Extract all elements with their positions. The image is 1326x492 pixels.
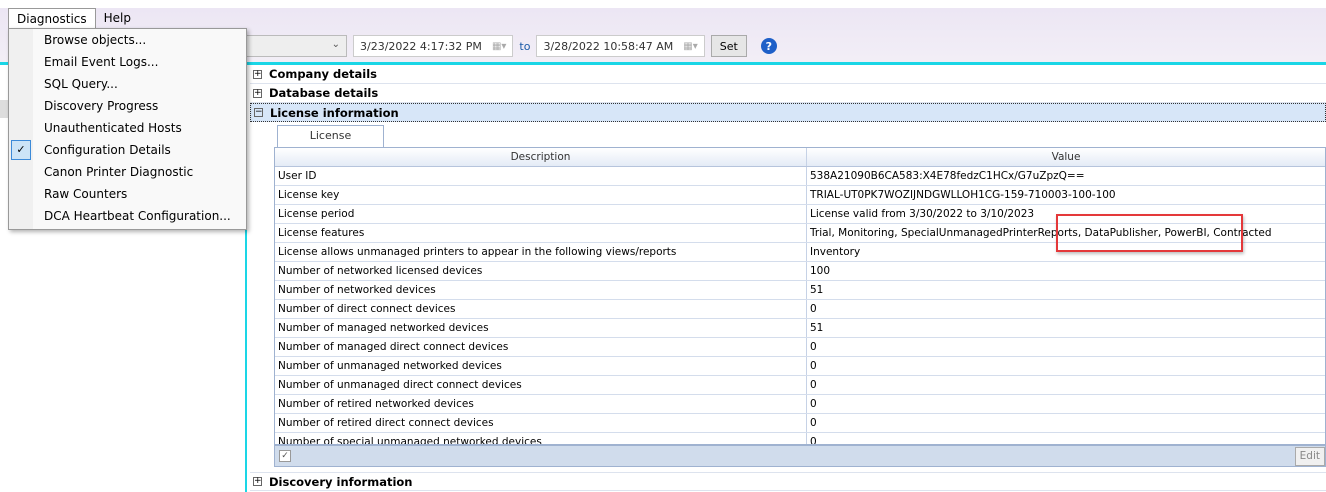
section-discovery-information[interactable]: + Discovery information [250,472,1326,491]
table-row[interactable]: Number of managed direct connect devices… [275,338,1325,357]
collapse-icon[interactable]: − [254,108,263,117]
section-title: Database details [269,86,379,100]
from-date-value: 3/23/2022 4:17:32 PM [360,39,482,53]
grid-footer: ✓ Edit [274,445,1326,467]
value-cell: 0 [810,398,817,410]
description-cell: Number of networked licensed devices [275,262,807,280]
menu-item[interactable]: Email Event Logs... [9,51,246,73]
section-license-information[interactable]: − License information [250,103,1326,122]
description-cell: Number of retired networked devices [275,395,807,413]
description-cell: License features [275,224,807,242]
grid-header: Description Value [275,148,1325,167]
table-row[interactable]: Number of direct connect devices 0 [275,300,1325,319]
calendar-icon[interactable]: ▦▾ [492,41,506,52]
menu-bar: Diagnostics Help [8,8,139,28]
table-row[interactable]: Number of retired networked devices 0 [275,395,1325,414]
table-row[interactable]: Number of networked devices 51 [275,281,1325,300]
description-cell: License period [275,205,807,223]
value-cell: 0 [810,341,817,353]
description-cell: Number of unmanaged networked devices [275,357,807,375]
menu-item[interactable]: SQL Query... [9,73,246,95]
description-cell: Number of special unmanaged networked de… [275,433,807,444]
section-title: Discovery information [269,474,413,489]
menu-item[interactable]: Unauthenticated Hosts [9,117,246,139]
menu-item[interactable]: Canon Printer Diagnostic [9,161,246,183]
section-company-details[interactable]: + Company details [250,65,1326,84]
menu-item[interactable]: DCA Heartbeat Configuration... [9,205,246,227]
edit-button[interactable]: Edit [1294,447,1325,466]
menu-item-label: SQL Query... [44,77,118,91]
value-cell: 0 [810,360,817,372]
diagnostics-dropdown: Browse objects... Email Event Logs... SQL … [8,28,247,230]
section-title: License information [270,105,399,120]
to-date-value: 3/28/2022 10:58:47 AM [543,39,674,53]
description-cell: Number of unmanaged direct connect devic… [275,376,807,394]
checkbox[interactable]: ✓ [279,450,291,462]
section-title: Company details [269,67,378,81]
value-cell: 538A21090B6CA583:X4E78fedzC1HCx/G7uZpzQ=… [810,170,1085,182]
value-cell: TRIAL-UT0PK7WOZIJNDGWLLOH1CG-159-710003-… [810,189,1116,201]
table-row[interactable]: Number of unmanaged direct connect devic… [275,376,1325,395]
table-row[interactable]: Number of networked licensed devices 100 [275,262,1325,281]
license-grid: Description Value User ID 538A21090B6CA58… [274,147,1326,445]
description-cell: License allows unmanaged printers to app… [275,243,807,261]
configuration-details-panel: + Company details + Database details − Lice… [250,65,1326,492]
menu-item[interactable]: ✓ Configuration Details [9,139,246,161]
tab-license-information[interactable]: License information [277,125,384,162]
value-cell: 100 [810,265,831,277]
menu-item[interactable]: Raw Counters [9,183,246,205]
table-row[interactable]: Number of unmanaged networked devices 0 [275,357,1325,376]
menu-diagnostics[interactable]: Diagnostics [8,8,96,28]
value-cell: 0 [810,303,817,315]
menu-item-label: Email Event Logs... [44,55,159,69]
value-cell: 51 [810,322,824,334]
chevron-down-icon: ⌄ [331,39,340,50]
table-row[interactable]: Number of retired direct connect devices… [275,414,1325,433]
description-cell: Number of managed networked devices [275,319,807,337]
menu-item-label: Canon Printer Diagnostic [44,165,194,179]
checkmark-icon: ✓ [11,140,31,160]
value-cell: 51 [810,284,824,296]
from-date-picker[interactable]: 3/23/2022 4:17:32 PM ▦▾ [353,35,514,57]
menu-item-label: Unauthenticated Hosts [44,121,182,135]
expand-icon[interactable]: + [253,88,262,98]
table-row[interactable]: License key TRIAL-UT0PK7WOZIJNDGWLLOH1CG-… [275,186,1325,205]
menu-item[interactable]: Discovery Progress [9,95,246,117]
set-button[interactable]: Set [710,35,747,57]
menu-item[interactable]: Browse objects... [9,29,246,51]
help-icon[interactable]: ? [760,38,777,54]
table-row[interactable]: User ID 538A21090B6CA583:X4E78fedzC1HCx/G… [275,167,1325,186]
description-cell: Number of managed direct connect devices [275,338,807,356]
value-cell: 0 [810,379,817,391]
to-label: to [519,39,531,53]
to-date-picker[interactable]: 3/28/2022 10:58:47 AM ▦▾ [536,35,705,57]
value-cell: 0 [810,417,817,429]
menu-item-label: Raw Counters [44,187,128,201]
description-cell: License key [275,186,807,204]
description-cell: Number of direct connect devices [275,300,807,318]
menu-item-label: DCA Heartbeat Configuration... [44,209,231,223]
menu-item-label: Configuration Details [44,143,171,157]
filter-combo[interactable]: ⌄ [240,35,347,57]
description-cell: Number of networked devices [275,281,807,299]
section-database-details[interactable]: + Database details [250,84,1326,103]
value-cell: 0 [810,436,817,445]
column-header-value[interactable]: Value [807,148,1325,166]
highlight-annotation-box [1056,214,1243,252]
description-cell: User ID [275,167,807,185]
toolbar: ⌄ 3/23/2022 4:17:32 PM ▦▾ to 3/28/2022 10… [240,33,777,59]
expand-icon[interactable]: + [253,477,262,486]
table-row[interactable]: Number of special unmanaged networked de… [275,433,1325,445]
expand-icon[interactable]: + [253,69,262,79]
menu-item-label: Discovery Progress [44,99,159,113]
table-row[interactable]: Number of managed networked devices 51 [275,319,1325,338]
menu-item-label: Browse objects... [44,33,147,47]
calendar-icon[interactable]: ▦▾ [683,41,697,52]
description-cell: Number of retired direct connect devices [275,414,807,432]
column-header-description[interactable]: Description [275,148,807,166]
menu-help[interactable]: Help [96,8,139,28]
